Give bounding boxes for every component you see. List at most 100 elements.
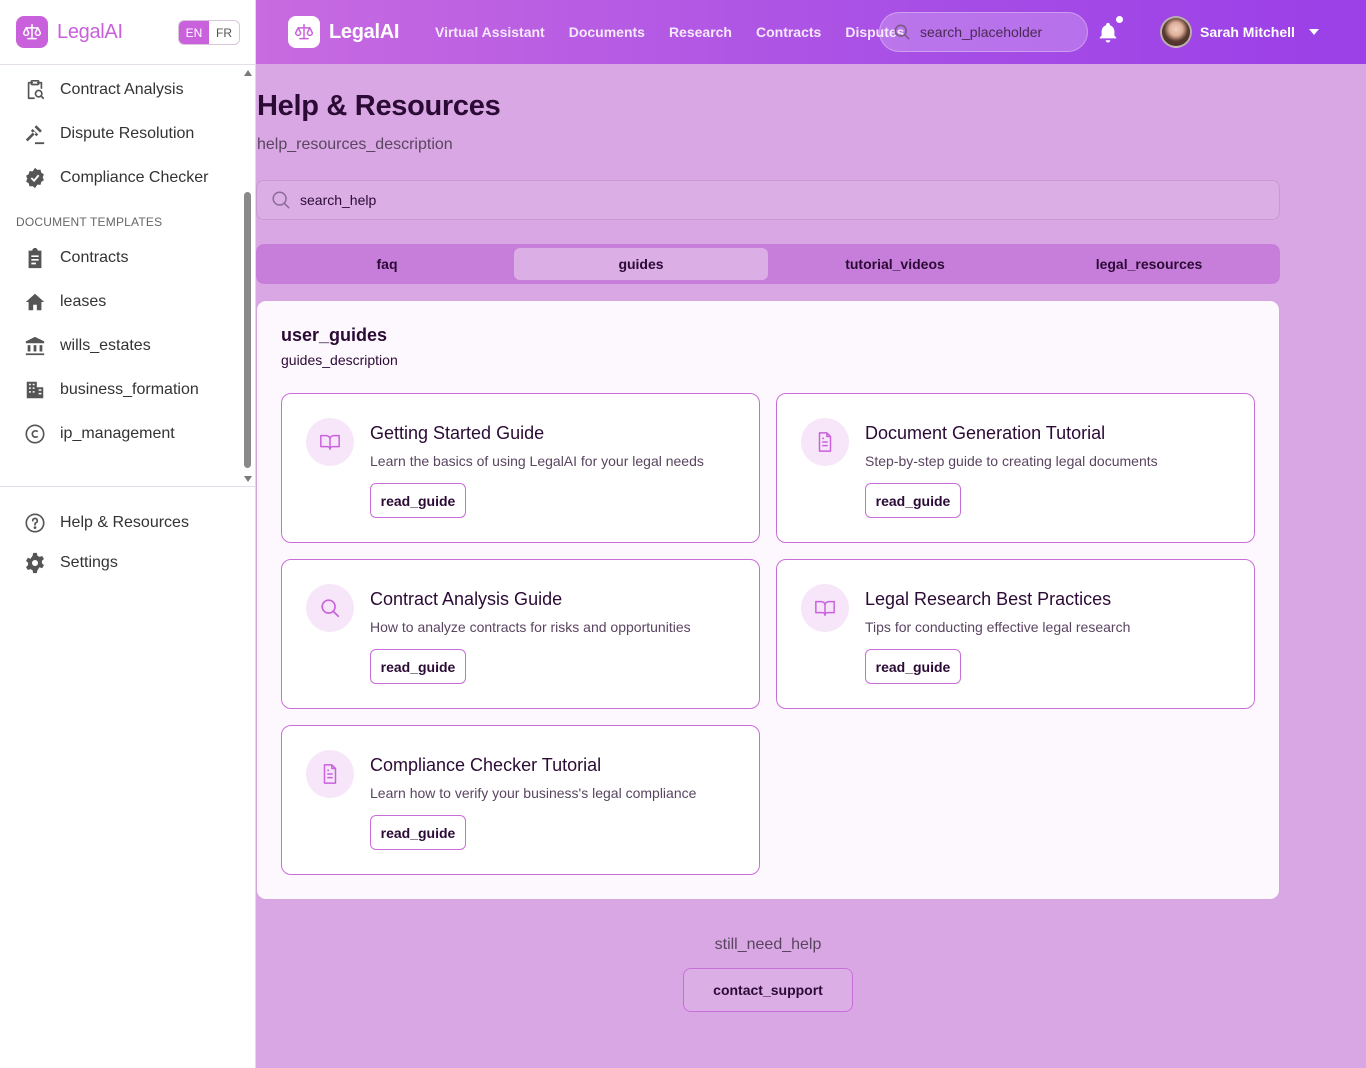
sidebar-item-contract-analysis[interactable]: Contract Analysis: [24, 76, 184, 104]
document-icon: [306, 750, 354, 798]
tab-guides[interactable]: guides: [514, 248, 768, 280]
language-switcher: EN FR: [178, 20, 240, 45]
notification-dot: [1116, 16, 1123, 23]
divider: [0, 486, 256, 487]
page-title: Help & Resources: [257, 90, 501, 122]
top-navbar: LegalAI Virtual Assistant Documents Rese…: [256, 0, 1366, 64]
book-icon: [306, 418, 354, 466]
gavel-icon: [25, 125, 45, 145]
document-icon: [801, 418, 849, 466]
chevron-down-icon: [1308, 29, 1319, 35]
user-name: Sarah Mitchell: [1200, 24, 1295, 40]
sidebar: LegalAI EN FR Contract Analysis Dispute …: [0, 0, 256, 1068]
read-guide-button[interactable]: read_guide: [370, 815, 466, 850]
guide-description: Learn how to verify your business's lega…: [370, 785, 697, 801]
guide-card: Getting Started Guide Learn the basics o…: [281, 393, 760, 543]
sidebar-item-label: leases: [60, 293, 107, 310]
header-brand[interactable]: LegalAI: [288, 16, 399, 48]
scroll-down-arrow-icon[interactable]: [244, 476, 252, 482]
sidebar-item-help-resources[interactable]: Help & Resources: [24, 509, 189, 537]
search-icon: [306, 584, 354, 632]
sidebar-item-label: ip_management: [60, 425, 175, 442]
sidebar-nav: Contract Analysis Dispute Resolution Com…: [0, 66, 256, 486]
sidebar-item-wills-estates[interactable]: wills_estates: [24, 332, 151, 360]
sidebar-item-business-formation[interactable]: business_formation: [24, 376, 199, 404]
sidebar-item-compliance-checker[interactable]: Compliance Checker: [24, 164, 209, 192]
lang-fr-button[interactable]: FR: [209, 21, 239, 44]
help-tabs: faq guides tutorial_videos legal_resourc…: [256, 244, 1280, 284]
guide-description: Tips for conducting effective legal rese…: [865, 619, 1131, 635]
help-circle-icon: [25, 513, 45, 533]
guide-description: Step-by-step guide to creating legal doc…: [865, 453, 1158, 469]
sidebar-brand[interactable]: LegalAI: [16, 16, 123, 48]
guide-card: Compliance Checker Tutorial Learn how to…: [281, 725, 760, 875]
read-guide-button[interactable]: read_guide: [865, 483, 961, 518]
header-search-input[interactable]: search_placeholder: [879, 12, 1088, 52]
guide-title: Getting Started Guide: [370, 423, 545, 443]
nav-link-documents[interactable]: Documents: [569, 24, 645, 40]
read-guide-button[interactable]: read_guide: [370, 483, 466, 518]
verified-badge-icon: [26, 167, 44, 189]
tab-faq[interactable]: faq: [260, 248, 514, 280]
bell-icon[interactable]: [1097, 20, 1119, 44]
sidebar-item-ip-management[interactable]: ip_management: [24, 420, 175, 448]
search-icon: [894, 24, 910, 40]
sidebar-item-contracts[interactable]: Contracts: [24, 244, 128, 272]
nav-link-research[interactable]: Research: [669, 24, 732, 40]
guide-description: Learn the basics of using LegalAI for yo…: [370, 453, 704, 469]
guide-card: Document Generation Tutorial Step-by-ste…: [776, 393, 1255, 543]
sidebar-scrollbar[interactable]: [243, 66, 253, 486]
guide-title: Compliance Checker Tutorial: [370, 755, 602, 775]
document-search-icon: [27, 80, 45, 100]
main-nav: Virtual Assistant Documents Research Con…: [435, 0, 904, 64]
read-guide-button[interactable]: read_guide: [865, 649, 961, 684]
clipboard-icon: [28, 247, 42, 269]
sidebar-item-leases[interactable]: leases: [24, 288, 106, 316]
scroll-thumb[interactable]: [244, 192, 251, 468]
user-guides-panel: user_guides guides_description Getting S…: [256, 300, 1280, 900]
help-search-input[interactable]: search_help: [256, 180, 1280, 220]
guide-title: Legal Research Best Practices: [865, 589, 1112, 609]
gear-icon: [26, 552, 44, 574]
sidebar-item-label: Dispute Resolution: [60, 125, 195, 142]
guide-title: Document Generation Tutorial: [865, 423, 1106, 443]
sidebar-item-settings[interactable]: Settings: [24, 549, 118, 577]
tab-legal-resources[interactable]: legal_resources: [1022, 248, 1276, 280]
divider: [0, 64, 256, 65]
nav-link-virtual-assistant[interactable]: Virtual Assistant: [435, 24, 545, 40]
page-description: help_resources_description: [257, 136, 453, 153]
sidebar-item-dispute-resolution[interactable]: Dispute Resolution: [24, 120, 194, 148]
brand-name: LegalAI: [57, 20, 123, 43]
tab-tutorial-videos[interactable]: tutorial_videos: [768, 248, 1022, 280]
sidebar-item-label: wills_estates: [60, 337, 151, 354]
help-search-placeholder: search_help: [300, 192, 377, 208]
sidebar-item-label: Settings: [60, 554, 118, 571]
home-icon: [25, 293, 45, 311]
guide-description: How to analyze contracts for risks and o…: [370, 619, 691, 635]
guide-title: Contract Analysis Guide: [370, 589, 563, 609]
sidebar-item-label: business_formation: [60, 381, 199, 398]
building-icon: [26, 381, 44, 399]
nav-link-contracts[interactable]: Contracts: [756, 24, 821, 40]
guide-card: Legal Research Best Practices Tips for c…: [776, 559, 1255, 709]
contact-support-button[interactable]: contact_support: [683, 968, 853, 1012]
search-placeholder: search_placeholder: [920, 24, 1043, 40]
scroll-up-arrow-icon[interactable]: [244, 70, 252, 76]
lang-en-button[interactable]: EN: [179, 21, 209, 44]
panel-title: user_guides: [281, 325, 388, 345]
scales-logo-icon: [16, 16, 48, 48]
sidebar-item-label: Contract Analysis: [60, 81, 184, 98]
search-icon: [272, 191, 290, 209]
bank-icon: [25, 336, 45, 356]
copyright-icon: [25, 424, 45, 444]
templates-heading: DOCUMENT TEMPLATES: [16, 215, 163, 229]
sidebar-item-label: Help & Resources: [60, 514, 189, 531]
scales-logo-icon: [288, 16, 320, 48]
guide-card: Contract Analysis Guide How to analyze c…: [281, 559, 760, 709]
sidebar-item-label: Compliance Checker: [60, 169, 209, 186]
read-guide-button[interactable]: read_guide: [370, 649, 466, 684]
panel-description: guides_description: [281, 352, 398, 368]
still-need-help-text: still_need_help: [714, 936, 822, 953]
user-menu[interactable]: Sarah Mitchell: [1160, 16, 1319, 48]
sidebar-item-label: Contracts: [60, 249, 129, 266]
